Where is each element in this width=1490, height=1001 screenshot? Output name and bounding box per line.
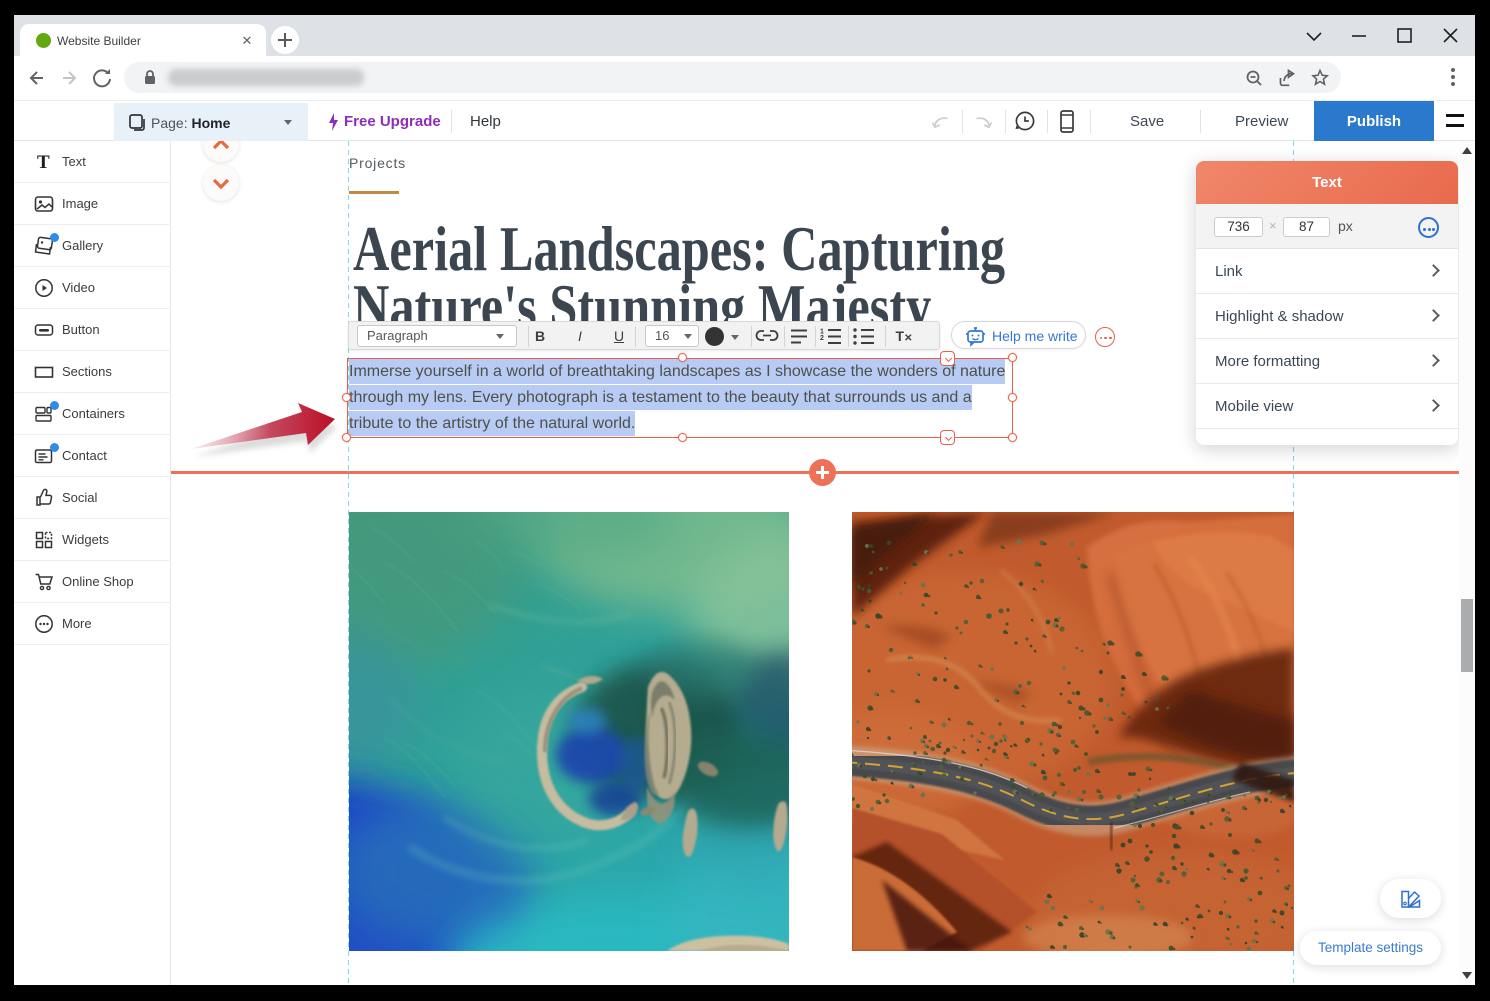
svg-text:T: T [37, 152, 50, 172]
svg-text:2: 2 [820, 335, 824, 342]
